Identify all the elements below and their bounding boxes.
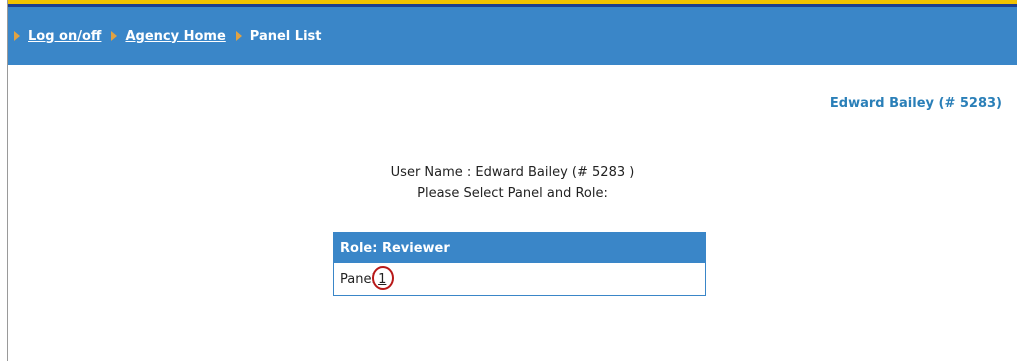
panel-list-current: Panel List (249, 28, 322, 44)
breadcrumb: Log on/off Agency Home Panel List (8, 7, 1017, 65)
panel-link-wrapper: 1 (372, 265, 395, 290)
agency-home-link[interactable]: Agency Home (125, 29, 225, 44)
current-user-label: Edward Bailey (# 5283) (829, 96, 1002, 111)
panel-role-table: Role: Reviewer Panel 1 (333, 232, 706, 296)
triangle-right-icon (111, 31, 118, 41)
breadcrumb-item-agency-home: Agency Home (111, 29, 226, 44)
breadcrumb-item-panel-list: Panel List (235, 28, 322, 44)
panel-row: Panel 1 (334, 263, 705, 295)
triangle-right-icon (14, 31, 20, 41)
user-name-line: User Name : Edward Bailey (# 5283 ) (390, 165, 635, 180)
log-on-off-link[interactable]: Log on/off (28, 29, 101, 44)
breadcrumb-item-log-on-off: Log on/off (14, 29, 101, 44)
page-frame: Log on/off Agency Home Panel List Edward… (7, 0, 1017, 361)
panel-label: Panel (340, 271, 376, 287)
triangle-right-icon (235, 31, 242, 41)
panel-1-link[interactable]: 1 (378, 272, 386, 287)
instruction-text: Please Select Panel and Role: (417, 186, 608, 201)
role-header: Role: Reviewer (334, 233, 705, 263)
